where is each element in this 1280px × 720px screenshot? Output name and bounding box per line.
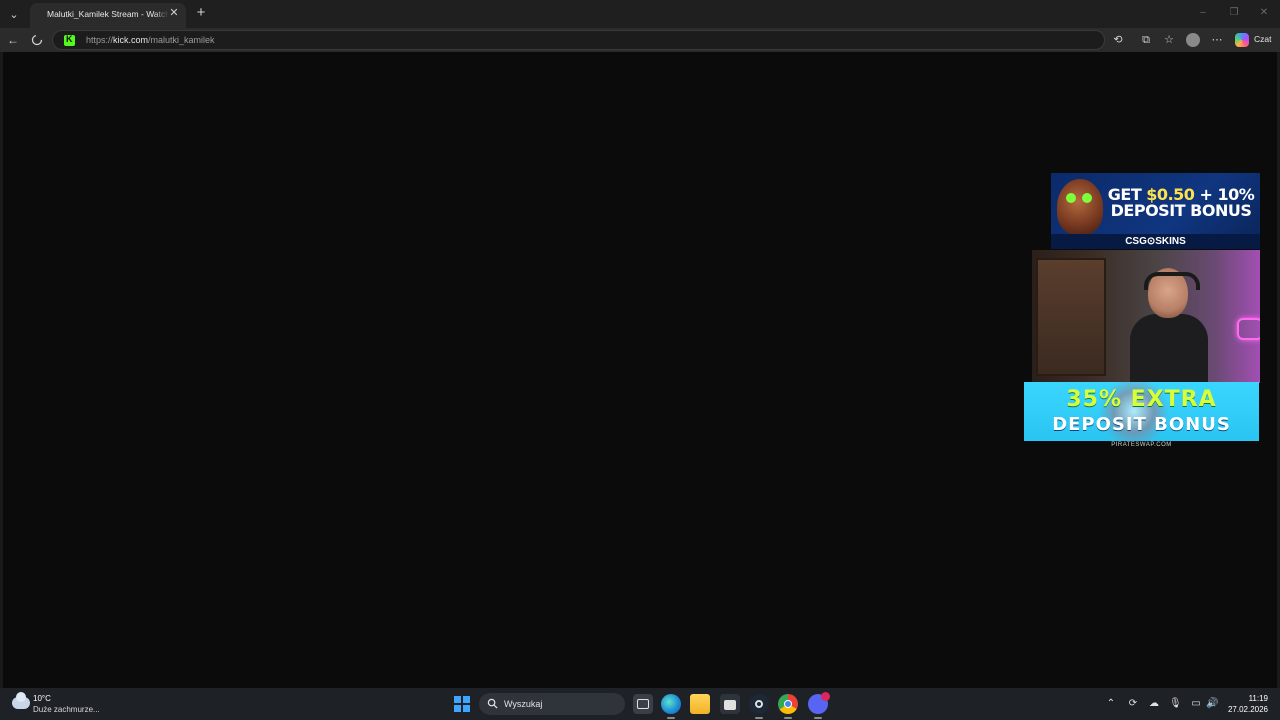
microphone-icon[interactable]: 🎙 [1169, 698, 1182, 710]
volume-icon[interactable]: 🔊 [1206, 698, 1218, 710]
taskbar-search[interactable]: Wyszukaj [479, 693, 625, 715]
close-icon[interactable]: ✕ [168, 7, 180, 19]
taskbar: 10°C Duże zachmurze... Wyszukaj ⌃ ⟳ ☁ 🎙 … [0, 688, 1280, 720]
neon-sign-image [1237, 318, 1260, 340]
edge-icon[interactable] [661, 694, 681, 719]
star-icon[interactable]: ☆ [1160, 31, 1178, 49]
ad-headline: GET $0.50 + 10% DEPOSIT BONUS [1107, 185, 1255, 220]
mascot-image [1057, 179, 1103, 235]
tray-app-icon[interactable]: ⟳ [1127, 698, 1139, 710]
chevron-down-icon[interactable]: ⌄ [4, 4, 24, 24]
task-view-icon[interactable] [633, 694, 653, 714]
pirateswap-ad-banner: 35% EXTRA DEPOSIT BONUS PIRATESWAP.COM [1024, 382, 1259, 452]
kick-logo-icon [64, 34, 75, 46]
webcam-overlay [1032, 250, 1260, 383]
clock-time[interactable]: 11:19 [1248, 694, 1268, 703]
weather-temp[interactable]: 10°C [33, 694, 51, 703]
cloud-icon[interactable] [12, 692, 30, 709]
network-icon[interactable]: ▭ [1190, 698, 1202, 710]
navigation-bar: ← https://kick.com/malutki_kamilek ⟲ ⧉ ☆… [0, 28, 1280, 52]
loading-spinner-icon[interactable] [28, 31, 46, 49]
clock-date[interactable]: 27.02.2026 [1220, 705, 1268, 714]
chrome-icon[interactable] [778, 694, 798, 719]
arrow-left-icon[interactable]: ← [4, 31, 22, 49]
ad-brand: CSG⊙SKINS [1051, 234, 1260, 249]
minimize-icon[interactable]: – [1196, 6, 1210, 20]
streamer-image [1130, 268, 1208, 383]
shelf-image [1036, 258, 1106, 376]
ad-headline: 35% EXTRA [1066, 387, 1217, 412]
tab-actions-icon[interactable]: ⧉ [1137, 31, 1155, 49]
ad-domain: PIRATESWAP.COM [1111, 442, 1172, 448]
puzzle-icon[interactable]: ⟲ [1109, 31, 1127, 49]
file-explorer-icon[interactable] [690, 694, 710, 714]
restore-icon[interactable]: ❐ [1227, 6, 1241, 20]
avatar-icon[interactable] [1186, 33, 1200, 47]
ad-subheadline: DEPOSIT BONUS [1052, 414, 1231, 435]
tab-strip: ⌄ Malutki_Kamilek Stream - Watch Live on… [0, 0, 1280, 28]
url-text: https://kick.com/malutki_kamilek [86, 35, 215, 45]
store-icon[interactable] [720, 694, 740, 714]
browser-tab[interactable]: Malutki_Kamilek Stream - Watch Live on K… [30, 3, 186, 28]
start-icon[interactable] [454, 696, 470, 712]
onedrive-icon[interactable]: ☁ [1148, 698, 1160, 710]
plus-icon[interactable]: + [192, 4, 210, 22]
close-window-icon[interactable]: ✕ [1257, 6, 1271, 20]
address-bar[interactable]: https://kick.com/malutki_kamilek [52, 30, 1105, 50]
ellipsis-icon[interactable]: ⋯ [1208, 31, 1226, 49]
discord-icon[interactable] [808, 692, 830, 719]
chevron-up-icon[interactable]: ⌃ [1105, 698, 1117, 710]
steam-icon[interactable] [749, 694, 769, 719]
weather-desc[interactable]: Duże zachmurze... [33, 705, 100, 714]
search-icon [487, 698, 498, 709]
tab-title: Malutki_Kamilek Stream - Watch Live on K… [47, 9, 169, 19]
chat-button[interactable]: Czat [1254, 34, 1271, 44]
search-placeholder: Wyszukaj [504, 699, 543, 709]
csgskins-ad-banner: GET $0.50 + 10% DEPOSIT BONUS CSG⊙SKINS [1051, 173, 1260, 249]
copilot-icon[interactable] [1235, 33, 1249, 47]
